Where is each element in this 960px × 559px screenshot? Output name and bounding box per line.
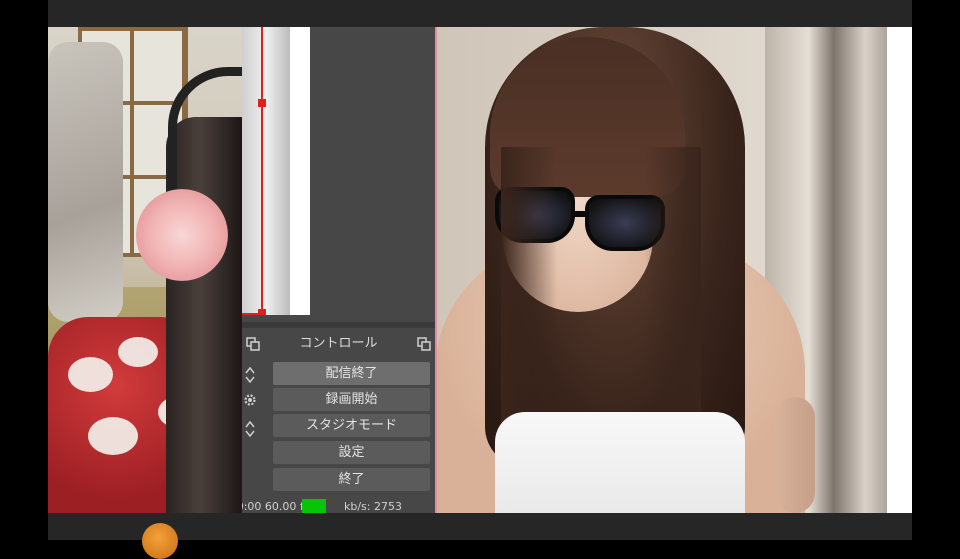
status-bitrate: kb/s: 2753 bbox=[344, 500, 402, 513]
resize-handle[interactable] bbox=[258, 309, 266, 315]
studio-mode-button[interactable]: スタジオモード bbox=[273, 414, 430, 437]
preview-source bbox=[242, 27, 290, 315]
panel-separator[interactable] bbox=[242, 322, 435, 328]
white-top bbox=[495, 412, 745, 513]
futon bbox=[48, 42, 123, 322]
image-edge bbox=[435, 27, 437, 513]
shoji-pane bbox=[134, 31, 182, 101]
kimono-flower bbox=[68, 357, 113, 392]
kimono-flower bbox=[118, 337, 158, 367]
selection-border bbox=[261, 27, 263, 315]
bottom-bar bbox=[48, 513, 912, 540]
image-border bbox=[887, 27, 912, 513]
hair-flower bbox=[136, 189, 228, 281]
resize-handle[interactable] bbox=[258, 99, 266, 107]
float-icon[interactable] bbox=[416, 336, 432, 352]
stop-streaming-button[interactable]: 配信終了 bbox=[273, 362, 430, 385]
avatar-icon bbox=[142, 523, 178, 559]
obs-panel: コントロール 配信終了 録画開始 スタジオモード 設定 終了 00:00:00 … bbox=[242, 27, 435, 513]
status-bar: 00:00:00 60.00 fps kb/s: 2753 bbox=[242, 499, 435, 513]
hair-strands bbox=[501, 147, 701, 447]
arm bbox=[775, 397, 815, 513]
controls-title: コントロール bbox=[299, 336, 378, 351]
top-bar bbox=[48, 0, 912, 27]
scene-preview[interactable] bbox=[242, 27, 310, 315]
float-icon[interactable] bbox=[245, 336, 261, 352]
status-indicator bbox=[302, 499, 326, 513]
main-preview-image bbox=[435, 27, 912, 513]
exit-button[interactable]: 終了 bbox=[273, 468, 430, 491]
start-recording-button[interactable]: 録画開始 bbox=[273, 388, 430, 411]
gear-icon[interactable] bbox=[242, 393, 258, 409]
webcam-feed bbox=[48, 27, 242, 513]
kimono-flower bbox=[88, 417, 138, 455]
controls-header: コントロール bbox=[242, 330, 435, 358]
settings-button[interactable]: 設定 bbox=[273, 441, 430, 464]
chevron-updown-icon[interactable] bbox=[242, 365, 258, 385]
chevron-updown-icon[interactable] bbox=[242, 419, 258, 439]
